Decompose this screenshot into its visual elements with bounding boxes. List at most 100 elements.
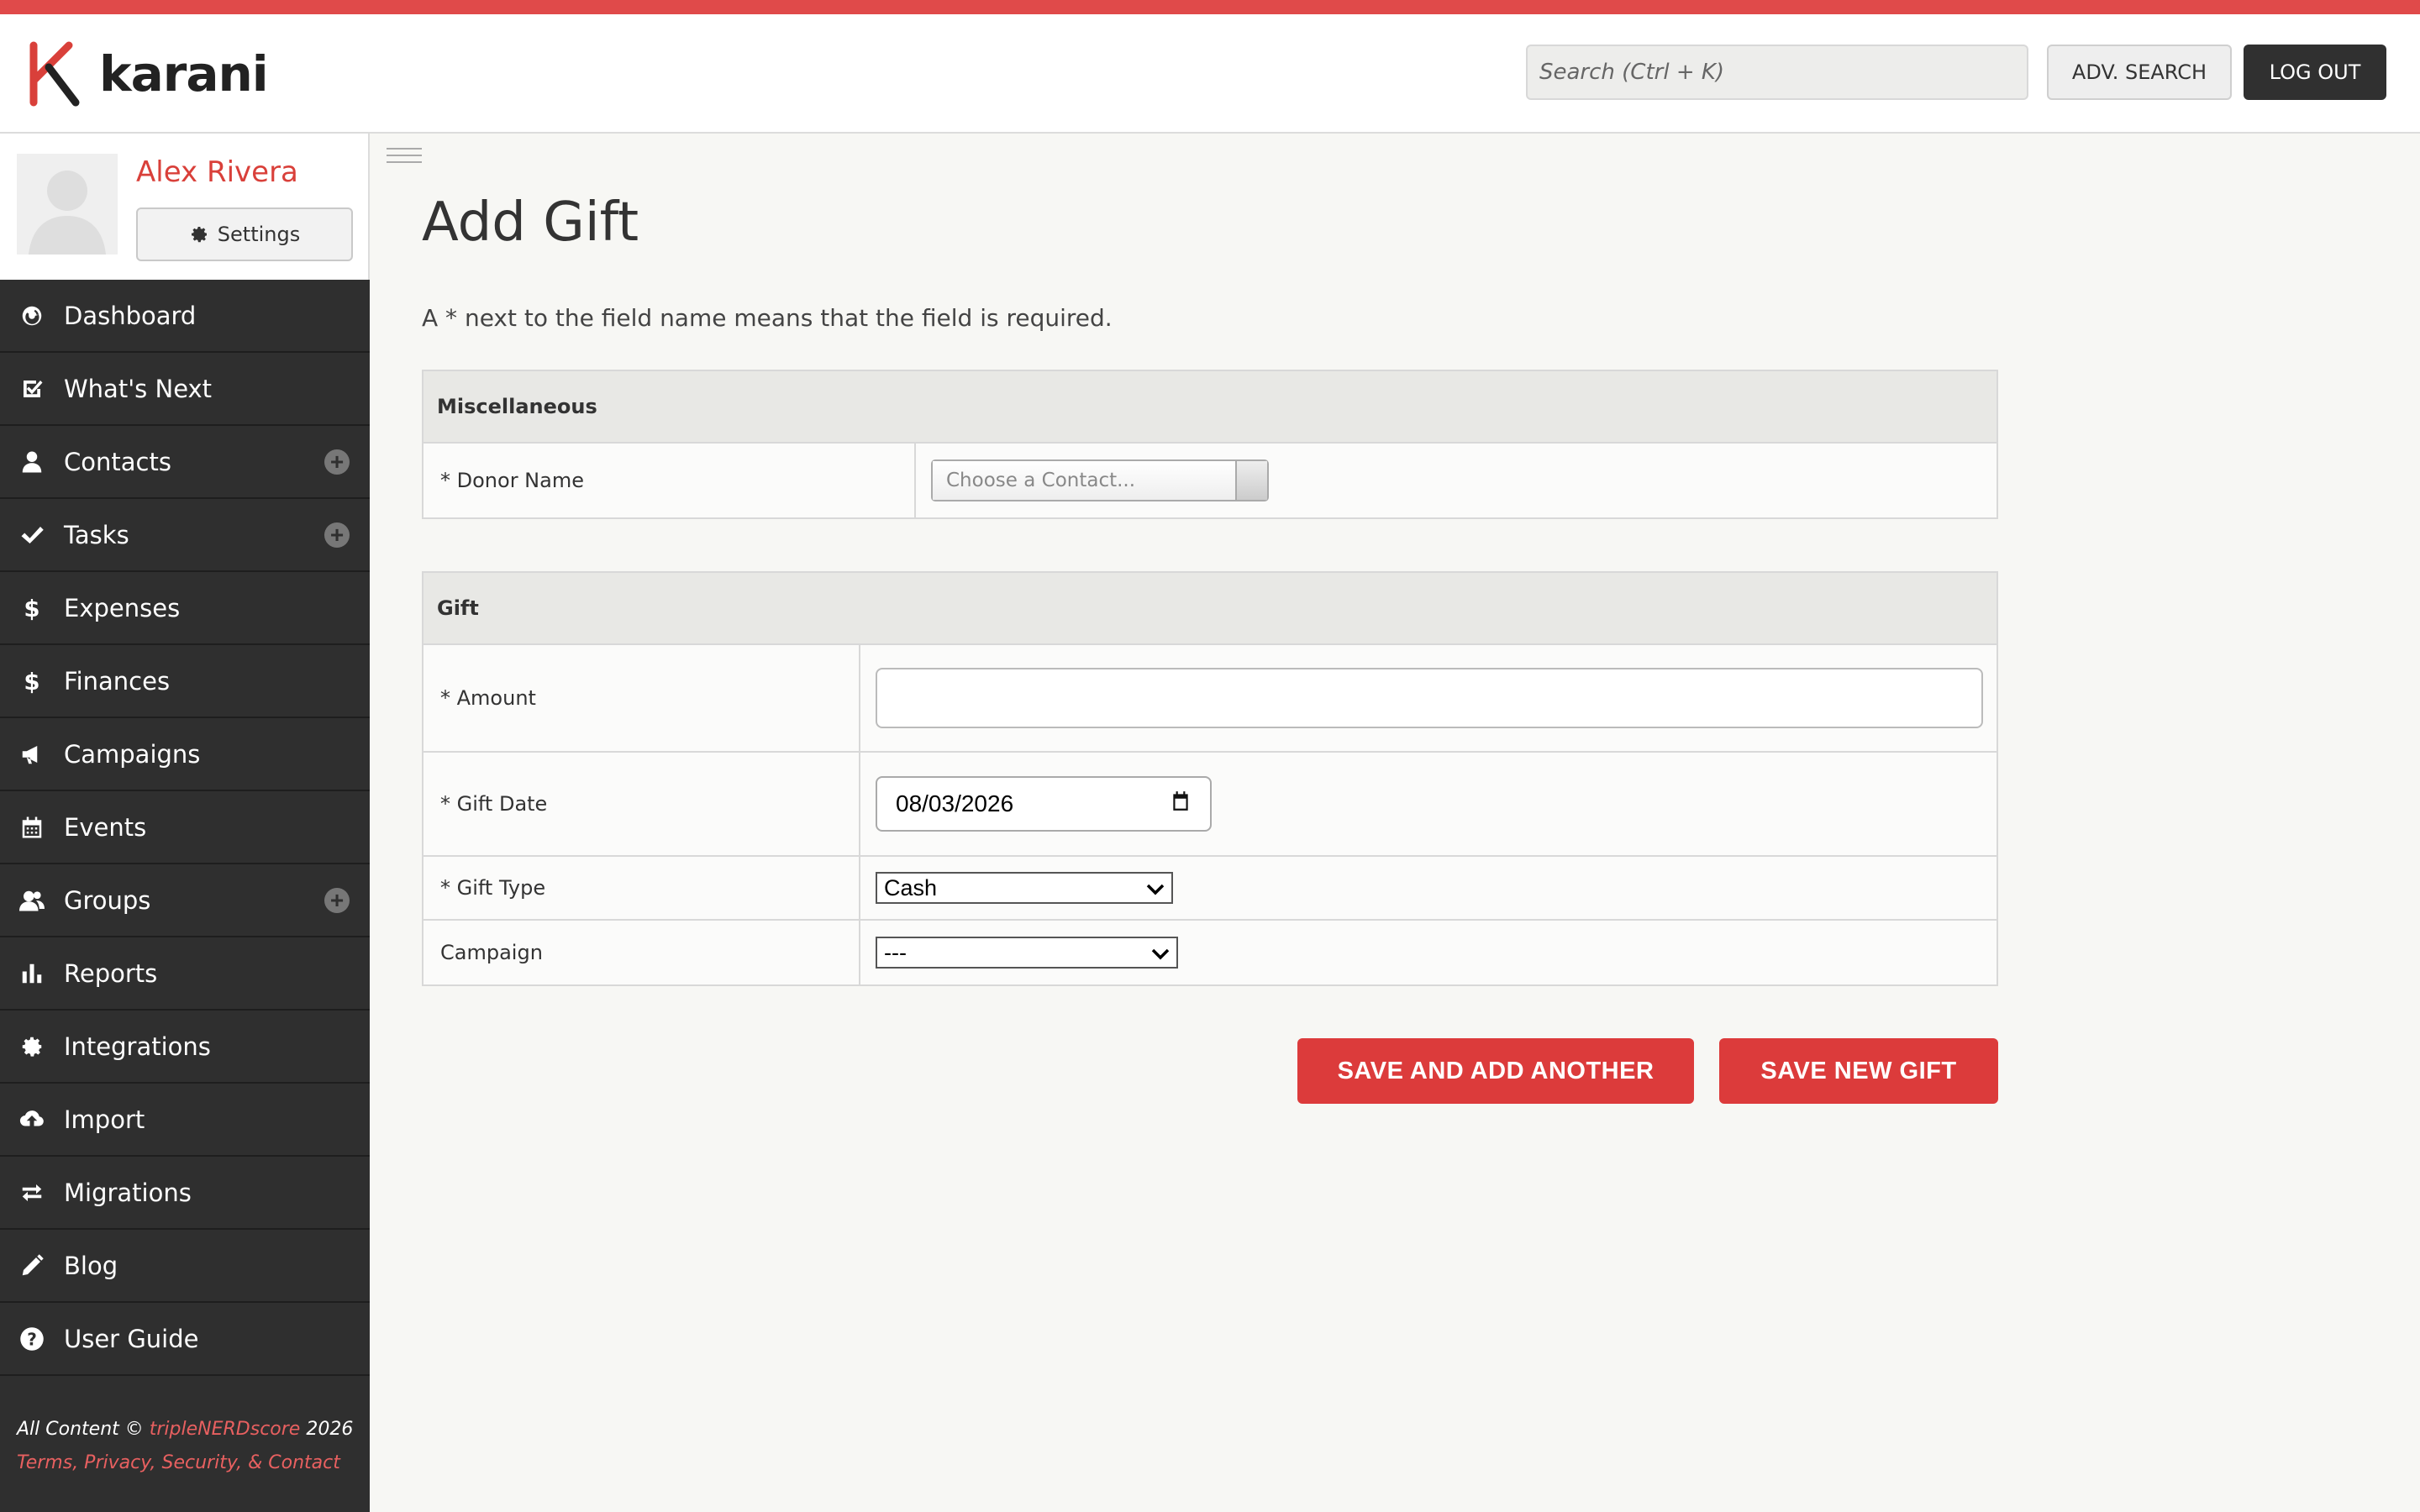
sidebar-item-label: What's Next bbox=[64, 374, 213, 403]
donor-row: * Donor Name Choose a Contact... bbox=[424, 444, 1996, 517]
sidebar-item-expenses[interactable]: $ Expenses bbox=[0, 572, 370, 645]
footer-year: 2026 bbox=[300, 1419, 354, 1440]
calendar-icon bbox=[18, 814, 45, 841]
add-task-icon[interactable]: + bbox=[324, 522, 350, 548]
sidebar-item-label: Import bbox=[64, 1105, 145, 1134]
amount-row: * Amount bbox=[424, 645, 1996, 753]
pencil-icon bbox=[18, 1252, 45, 1279]
arrows-icon bbox=[18, 1179, 45, 1206]
sidebar-item-migrations[interactable]: Migrations bbox=[0, 1157, 370, 1230]
logout-button[interactable]: LOG OUT bbox=[2244, 45, 2386, 100]
donor-select-arrow-icon[interactable] bbox=[1235, 461, 1267, 500]
dollar-icon: $ bbox=[18, 668, 45, 695]
gift-panel: Gift * Amount * Gift Date 08/03/2026 * G… bbox=[422, 571, 1998, 986]
gift-date-value: 08/03/2026 bbox=[896, 790, 1014, 816]
dashboard-icon bbox=[18, 302, 45, 329]
footer-links[interactable]: Terms, Privacy, Security, & Contact bbox=[17, 1452, 340, 1473]
gift-type-value: Cash bbox=[884, 874, 938, 900]
amount-input[interactable] bbox=[876, 668, 1983, 728]
check-icon bbox=[18, 522, 45, 549]
sidebar-item-label: Dashboard bbox=[64, 301, 197, 330]
sidebar-item-blog[interactable]: Blog bbox=[0, 1230, 370, 1303]
gift-date-field-cell: 08/03/2026 bbox=[860, 753, 1212, 855]
settings-button[interactable]: Settings bbox=[136, 207, 353, 261]
megaphone-icon bbox=[18, 741, 45, 768]
footer-prefix: All Content © bbox=[17, 1419, 150, 1440]
adv-search-button[interactable]: ADV. SEARCH bbox=[2047, 45, 2232, 100]
sidebar-item-label: Events bbox=[64, 812, 147, 842]
page-title: Add Gift bbox=[422, 192, 639, 254]
karani-logo-icon bbox=[29, 41, 80, 107]
gift-type-select[interactable]: Cash bbox=[876, 872, 1173, 904]
campaign-field-cell: --- bbox=[860, 921, 1178, 984]
svg-text:$: $ bbox=[24, 669, 39, 694]
sidebar-item-reports[interactable]: Reports bbox=[0, 937, 370, 1011]
add-contact-icon[interactable]: + bbox=[324, 449, 350, 475]
misc-panel-heading: Miscellaneous bbox=[424, 371, 1996, 444]
svg-text:$: $ bbox=[24, 596, 39, 621]
sidebar-item-label: Campaigns bbox=[64, 739, 201, 769]
settings-label: Settings bbox=[217, 223, 301, 246]
gift-date-input[interactable]: 08/03/2026 bbox=[876, 776, 1212, 832]
gift-type-label: * Gift Type bbox=[424, 857, 860, 919]
sidebar-item-label: Groups bbox=[64, 885, 151, 915]
campaign-label: Campaign bbox=[424, 921, 860, 984]
save-and-add-another-button[interactable]: SAVE AND ADD ANOTHER bbox=[1297, 1038, 1694, 1104]
search-input[interactable] bbox=[1526, 45, 2028, 100]
donor-select[interactable]: Choose a Contact... bbox=[931, 459, 1269, 501]
bar-chart-icon bbox=[18, 960, 45, 987]
sidebar-item-label: Reports bbox=[64, 958, 158, 988]
donor-label: * Donor Name bbox=[424, 444, 916, 517]
save-new-gift-button[interactable]: SAVE NEW GIFT bbox=[1719, 1038, 1998, 1104]
footer-copyright: All Content © tripleNERDscore 2026 bbox=[17, 1419, 353, 1440]
logo[interactable]: karani bbox=[25, 39, 269, 108]
sidebar-item-import[interactable]: Import bbox=[0, 1084, 370, 1157]
cloud-upload-icon bbox=[18, 1106, 45, 1133]
question-icon: ? bbox=[18, 1326, 45, 1352]
calendar-picker-icon[interactable] bbox=[1170, 790, 1192, 818]
donor-field-cell: Choose a Contact... bbox=[916, 444, 1269, 517]
amount-label: * Amount bbox=[424, 645, 860, 751]
sidebar-item-events[interactable]: Events bbox=[0, 791, 370, 864]
gift-date-row: * Gift Date 08/03/2026 bbox=[424, 753, 1996, 857]
sidebar-item-whats-next[interactable]: What's Next bbox=[0, 353, 370, 426]
sidebar-item-finances[interactable]: $ Finances bbox=[0, 645, 370, 718]
avatar[interactable] bbox=[17, 154, 118, 255]
sidebar-item-label: Expenses bbox=[64, 593, 181, 622]
sidebar-item-groups[interactable]: Groups + bbox=[0, 864, 370, 937]
required-note: A * next to the field name means that th… bbox=[422, 304, 1113, 332]
checkbox-icon bbox=[18, 375, 45, 402]
sidebar-item-contacts[interactable]: Contacts + bbox=[0, 426, 370, 499]
campaign-select[interactable]: --- bbox=[876, 937, 1178, 969]
sidebar-item-campaigns[interactable]: Campaigns bbox=[0, 718, 370, 791]
campaign-value: --- bbox=[884, 939, 907, 965]
sidebar-item-label: Migrations bbox=[64, 1178, 192, 1207]
sidebar-item-user-guide[interactable]: ? User Guide bbox=[0, 1303, 370, 1376]
menu-toggle-icon[interactable] bbox=[387, 148, 422, 168]
logo-text: karani bbox=[99, 45, 269, 102]
avatar-silhouette-icon bbox=[17, 154, 118, 255]
chevron-down-icon bbox=[1146, 875, 1165, 901]
gear-icon bbox=[191, 227, 207, 243]
amount-field-cell bbox=[860, 645, 1983, 751]
group-icon bbox=[18, 887, 45, 914]
profile-name[interactable]: Alex Rivera bbox=[136, 155, 298, 189]
sidebar-item-integrations[interactable]: Integrations bbox=[0, 1011, 370, 1084]
top-accent-stripe bbox=[0, 0, 2420, 14]
campaign-row: Campaign --- bbox=[424, 921, 1996, 984]
add-group-icon[interactable]: + bbox=[324, 888, 350, 913]
sidebar-item-dashboard[interactable]: Dashboard bbox=[0, 280, 370, 353]
sidebar-nav: Dashboard What's Next Contacts + Tasks +… bbox=[0, 280, 370, 1376]
gear-icon bbox=[18, 1033, 45, 1060]
sidebar-item-label: Blog bbox=[64, 1251, 118, 1280]
misc-panel: Miscellaneous * Donor Name Choose a Cont… bbox=[422, 370, 1998, 519]
sidebar: Alex Rivera Settings Dashboard What's Ne… bbox=[0, 134, 370, 1512]
svg-text:?: ? bbox=[27, 1329, 37, 1349]
footer-brand-link[interactable]: tripleNERDscore bbox=[150, 1419, 301, 1440]
donor-select-placeholder: Choose a Contact... bbox=[933, 461, 1235, 500]
sidebar-item-label: User Guide bbox=[64, 1324, 199, 1353]
sidebar-item-tasks[interactable]: Tasks + bbox=[0, 499, 370, 572]
gift-type-field-cell: Cash bbox=[860, 857, 1173, 919]
header: karani ADV. SEARCH LOG OUT bbox=[0, 14, 2420, 134]
dollar-icon: $ bbox=[18, 595, 45, 622]
